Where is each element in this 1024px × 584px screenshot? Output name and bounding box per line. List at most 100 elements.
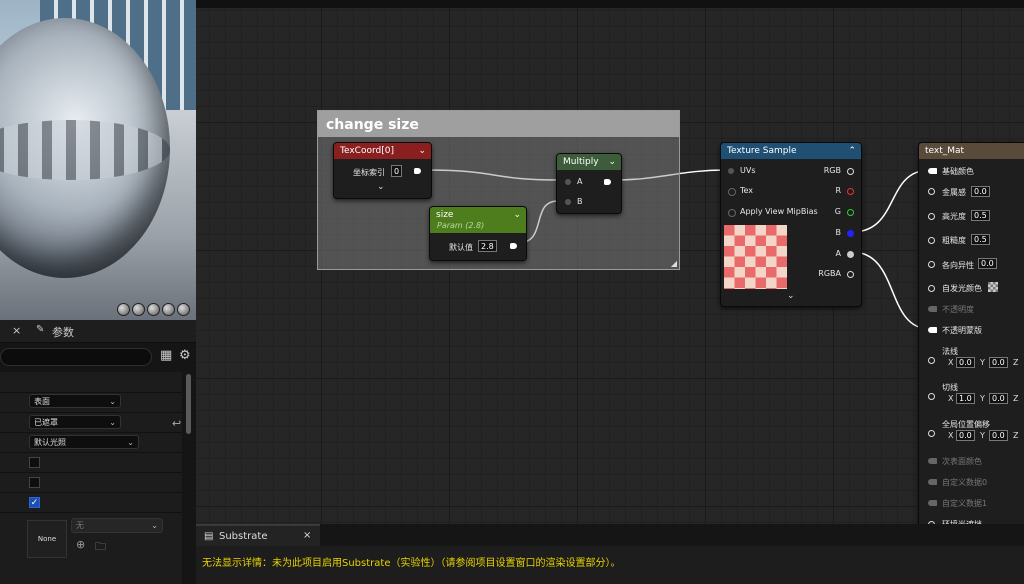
size-parameter-subtitle: Param (2.8)	[437, 221, 485, 230]
roughness-input[interactable]: 0.5	[971, 234, 990, 245]
b-output-label: B	[835, 228, 842, 237]
g-output-label: G	[834, 207, 841, 216]
normal-y-input[interactable]: 0.0	[989, 357, 1008, 368]
multiply-node-title: Multiply	[563, 157, 599, 167]
material-output-title: text_Mat	[925, 146, 965, 156]
chevron-down-icon[interactable]: ⌄	[513, 207, 521, 223]
a-output-pin[interactable]	[847, 251, 854, 258]
normal-x-label: X	[948, 358, 954, 367]
tangent-x-label: X	[948, 394, 954, 403]
expand-chevron-icon[interactable]: ⌄	[377, 182, 385, 192]
specular-pin[interactable]	[928, 213, 935, 220]
base-color-pin[interactable]	[928, 168, 937, 174]
wpo-z-label: Z	[1013, 431, 1019, 440]
emissive-pin[interactable]	[928, 285, 935, 292]
chevron-down-icon[interactable]: ⌄	[418, 143, 426, 159]
mipbias-input-label: Apply View MipBias	[740, 207, 818, 216]
multiply-input-b-label: B	[577, 197, 583, 206]
substrate-tab-label: Substrate	[219, 531, 268, 542]
tex-input-pin[interactable]	[728, 188, 736, 196]
close-tab-icon[interactable]: ×	[303, 530, 311, 541]
substrate-message-area: 无法显示详情：未为此项目启用Substrate（实验性）（请参阅项目设置窗口的渲…	[196, 546, 1024, 584]
roughness-pin[interactable]	[928, 237, 935, 244]
default-value-label: 默认值	[449, 243, 473, 252]
specular-input[interactable]: 0.5	[971, 210, 990, 221]
rgba-output-pin[interactable]	[847, 271, 854, 278]
metallic-label: 金属感	[942, 188, 966, 197]
multiply-output-pin[interactable]	[604, 179, 611, 185]
rgb-output-pin[interactable]	[847, 168, 854, 175]
tangent-x-input[interactable]: 1.0	[956, 393, 975, 404]
metallic-input[interactable]: 0.0	[971, 186, 990, 197]
texture-sample-node[interactable]: Texture Sample ⌃ UVs Tex Apply View MipBi…	[720, 142, 862, 307]
wpo-label: 全局位置偏移	[942, 420, 990, 429]
opacity-pin[interactable]	[928, 306, 937, 312]
uvs-input-pin[interactable]	[728, 168, 734, 174]
wpo-y-input[interactable]: 0.0	[989, 430, 1008, 441]
emissive-color-swatch[interactable]	[988, 282, 998, 292]
wpo-x-label: X	[948, 431, 954, 440]
normal-pin[interactable]	[928, 357, 935, 364]
chevron-up-icon[interactable]: ⌃	[848, 143, 856, 159]
g-output-pin[interactable]	[847, 209, 854, 216]
opacity-mask-pin[interactable]	[928, 327, 937, 333]
coordinate-index-label: 坐标索引	[353, 168, 385, 177]
tex-input-label: Tex	[740, 186, 754, 195]
panel-icon: ▤	[204, 531, 214, 542]
anisotropy-pin[interactable]	[928, 261, 935, 268]
size-output-pin[interactable]	[510, 243, 517, 249]
tangent-y-label: Y	[980, 394, 985, 403]
material-output-node[interactable]: text_Mat 基础颜色 金属感 0.0 高光度 0.5 粗糙度 0.5 各向…	[918, 142, 1024, 534]
texcoord-node-header: TexCoord[0] ⌄	[334, 143, 431, 159]
uvs-input-label: UVs	[740, 166, 756, 175]
tangent-z-label: Z	[1013, 394, 1019, 403]
size-parameter-node[interactable]: size ⌄ Param (2.8) 默认值 2.8	[429, 206, 527, 261]
b-output-pin[interactable]	[847, 230, 854, 237]
substrate-warning-text: 无法显示详情：未为此项目启用Substrate（实验性）（请参阅项目设置窗口的渲…	[202, 558, 621, 569]
wpo-pin[interactable]	[928, 430, 935, 437]
roughness-label: 粗糙度	[942, 236, 966, 245]
comment-title[interactable]: change size	[318, 111, 679, 137]
base-color-label: 基础颜色	[942, 167, 974, 176]
tab-substrate[interactable]: ▤ Substrate ×	[196, 524, 320, 548]
texture-sample-title: Texture Sample	[727, 146, 797, 156]
custom0-label: 自定义数据0	[942, 478, 988, 487]
rgba-output-label: RGBA	[818, 269, 841, 278]
custom0-pin[interactable]	[928, 479, 937, 485]
r-output-pin[interactable]	[847, 188, 854, 195]
material-output-header: text_Mat	[919, 143, 1024, 159]
normal-label: 法线	[942, 347, 958, 356]
coordinate-index-input[interactable]: 0	[391, 165, 403, 177]
substrate-panel: ▤ Substrate × 无法显示详情：未为此项目启用Substrate（实验…	[196, 524, 1024, 584]
specular-label: 高光度	[942, 212, 966, 221]
multiply-input-b-pin[interactable]	[565, 199, 571, 205]
texcoord-node-title: TexCoord[0]	[340, 146, 394, 156]
wpo-y-label: Y	[980, 431, 985, 440]
texcoord-node[interactable]: TexCoord[0] ⌄ 坐标索引 0 ⌄	[333, 142, 432, 199]
tangent-pin[interactable]	[928, 393, 935, 400]
normal-z-label: Z	[1013, 358, 1019, 367]
chevron-down-icon[interactable]: ⌄	[608, 154, 616, 170]
r-output-label: R	[835, 186, 841, 195]
emissive-label: 自发光颜色	[942, 284, 982, 293]
texture-preview-thumbnail	[724, 225, 787, 289]
anisotropy-input[interactable]: 0.0	[978, 258, 997, 269]
tangent-label: 切线	[942, 383, 958, 392]
resize-handle-icon[interactable]: ◢	[671, 259, 677, 268]
normal-y-label: Y	[980, 358, 985, 367]
mipbias-input-pin[interactable]	[728, 209, 736, 217]
metallic-pin[interactable]	[928, 188, 935, 195]
normal-x-input[interactable]: 0.0	[956, 357, 975, 368]
tangent-y-input[interactable]: 0.0	[989, 393, 1008, 404]
multiply-input-a-pin[interactable]	[565, 179, 571, 185]
opacity-mask-label: 不透明蒙版	[942, 326, 982, 335]
texcoord-output-pin[interactable]	[414, 168, 421, 174]
expand-chevron-icon[interactable]: ⌄	[787, 291, 795, 301]
opacity-label: 不透明度	[942, 305, 974, 314]
multiply-node[interactable]: Multiply ⌄ A B	[556, 153, 622, 214]
custom1-pin[interactable]	[928, 500, 937, 506]
subsurface-pin[interactable]	[928, 458, 937, 464]
wpo-x-input[interactable]: 0.0	[956, 430, 975, 441]
size-parameter-title: size	[436, 210, 454, 220]
default-value-input[interactable]: 2.8	[478, 240, 497, 252]
